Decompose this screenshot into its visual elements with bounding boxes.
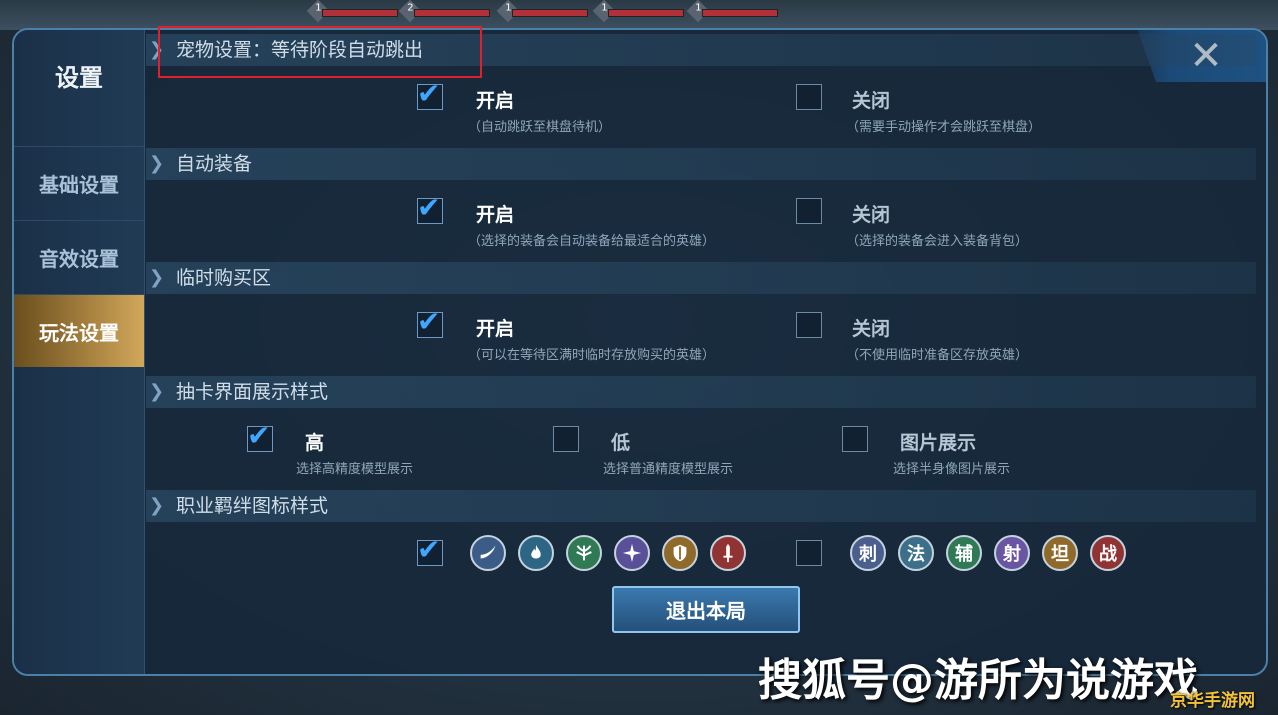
check-icon: ✔ bbox=[417, 191, 441, 224]
draw-high-label: 高 bbox=[305, 432, 325, 454]
section-title: 抽卡界面展示样式 bbox=[176, 381, 329, 403]
assassin-text-icon: 刺 bbox=[850, 535, 886, 571]
hp-level-number: 1 bbox=[695, 2, 702, 14]
draw-image-checkbox[interactable] bbox=[842, 426, 868, 452]
hp-level-number: 1 bbox=[601, 2, 608, 14]
chevron-right-icon: ❯ bbox=[149, 153, 165, 174]
tank-shield-icon bbox=[662, 535, 698, 571]
tab-sound-settings[interactable]: 音效设置 bbox=[14, 220, 144, 293]
section-title: 临时购买区 bbox=[176, 267, 272, 289]
support-leaf-icon bbox=[566, 535, 602, 571]
draw-image-label: 图片展示 bbox=[900, 432, 977, 454]
draw-high-desc: 选择高精度模型展示 bbox=[296, 462, 414, 477]
temp-on-desc: （可以在等待区满时临时存放购买的英雄） bbox=[468, 348, 716, 363]
draw-low-desc: 选择普通精度模型展示 bbox=[603, 462, 734, 477]
tank-text-icon: 坦 bbox=[1042, 535, 1078, 571]
section-title: 自动装备 bbox=[176, 153, 253, 175]
assassin-blade-icon bbox=[470, 535, 506, 571]
draw-high-checkbox[interactable]: ✔ bbox=[247, 421, 273, 452]
temp-on-checkbox[interactable]: ✔ bbox=[417, 307, 443, 338]
tab-gameplay-settings[interactable]: 玩法设置 bbox=[14, 294, 144, 367]
draw-low-label: 低 bbox=[611, 432, 631, 454]
equip-on-checkbox[interactable]: ✔ bbox=[417, 193, 443, 224]
draw-image-desc: 选择半身像图片展示 bbox=[893, 462, 1011, 477]
mage-flame-icon bbox=[518, 535, 554, 571]
pet-on-desc: （自动跳跃至棋盘待机） bbox=[468, 120, 612, 135]
chevron-right-icon: ❯ bbox=[149, 495, 165, 516]
equip-off-checkbox[interactable] bbox=[796, 198, 822, 224]
pet-on-checkbox[interactable]: ✔ bbox=[417, 79, 443, 110]
equip-off-label: 关闭 bbox=[852, 204, 891, 226]
temp-off-label: 关闭 bbox=[852, 318, 891, 340]
exit-match-button[interactable]: 退出本局 bbox=[612, 586, 800, 633]
warrior-text-icon: 战 bbox=[1090, 535, 1126, 571]
highlight-annotation-box bbox=[158, 26, 482, 78]
hp-level-number: 1 bbox=[315, 2, 322, 14]
settings-title: 设置 bbox=[55, 64, 103, 92]
marksman-crosshair-icon bbox=[614, 535, 650, 571]
temp-off-checkbox[interactable] bbox=[796, 312, 822, 338]
warrior-sword-icon bbox=[710, 535, 746, 571]
section-draw-style: ❯ 抽卡界面展示样式 bbox=[146, 376, 1256, 408]
pet-off-checkbox[interactable] bbox=[796, 84, 822, 110]
hp-level-number: 2 bbox=[407, 2, 414, 14]
temp-on-label: 开启 bbox=[476, 318, 515, 340]
equip-on-desc: （选择的装备会自动装备给最适合的英雄） bbox=[468, 234, 716, 249]
check-icon: ✔ bbox=[247, 419, 271, 452]
settings-sidebar: 设置 基础设置 音效设置 玩法设置 bbox=[14, 30, 145, 674]
icon-style-text-checkbox[interactable] bbox=[796, 540, 822, 566]
icon-style-graphic-checkbox[interactable]: ✔ bbox=[417, 535, 443, 566]
check-icon: ✔ bbox=[417, 305, 441, 338]
pet-off-label: 关闭 bbox=[852, 90, 891, 112]
section-auto-equip: ❯ 自动装备 bbox=[146, 148, 1256, 180]
check-icon: ✔ bbox=[417, 77, 441, 110]
equip-on-label: 开启 bbox=[476, 204, 515, 226]
draw-low-checkbox[interactable] bbox=[553, 426, 579, 452]
temp-off-desc: （不使用临时准备区存放英雄） bbox=[846, 348, 1029, 363]
pet-off-desc: （需要手动操作才会跳跃至棋盘） bbox=[846, 120, 1042, 135]
section-temp-purchase: ❯ 临时购买区 bbox=[146, 262, 1256, 294]
pet-on-label: 开启 bbox=[476, 90, 515, 112]
watermark-small: 京华手游网 bbox=[1170, 691, 1255, 711]
chevron-right-icon: ❯ bbox=[149, 267, 165, 288]
mage-text-icon: 法 bbox=[898, 535, 934, 571]
watermark: 搜狐号@游所为说游戏 bbox=[758, 655, 1198, 706]
chevron-right-icon: ❯ bbox=[149, 381, 165, 402]
marksman-text-icon: 射 bbox=[994, 535, 1030, 571]
section-title: 职业羁绊图标样式 bbox=[176, 495, 329, 517]
section-icon-style: ❯ 职业羁绊图标样式 bbox=[146, 490, 1256, 522]
hp-level-number: 1 bbox=[505, 2, 512, 14]
check-icon: ✔ bbox=[417, 533, 441, 566]
equip-off-desc: （选择的装备会进入装备背包） bbox=[846, 234, 1029, 249]
support-text-icon: 辅 bbox=[946, 535, 982, 571]
tab-basic-settings[interactable]: 基础设置 bbox=[14, 146, 144, 219]
